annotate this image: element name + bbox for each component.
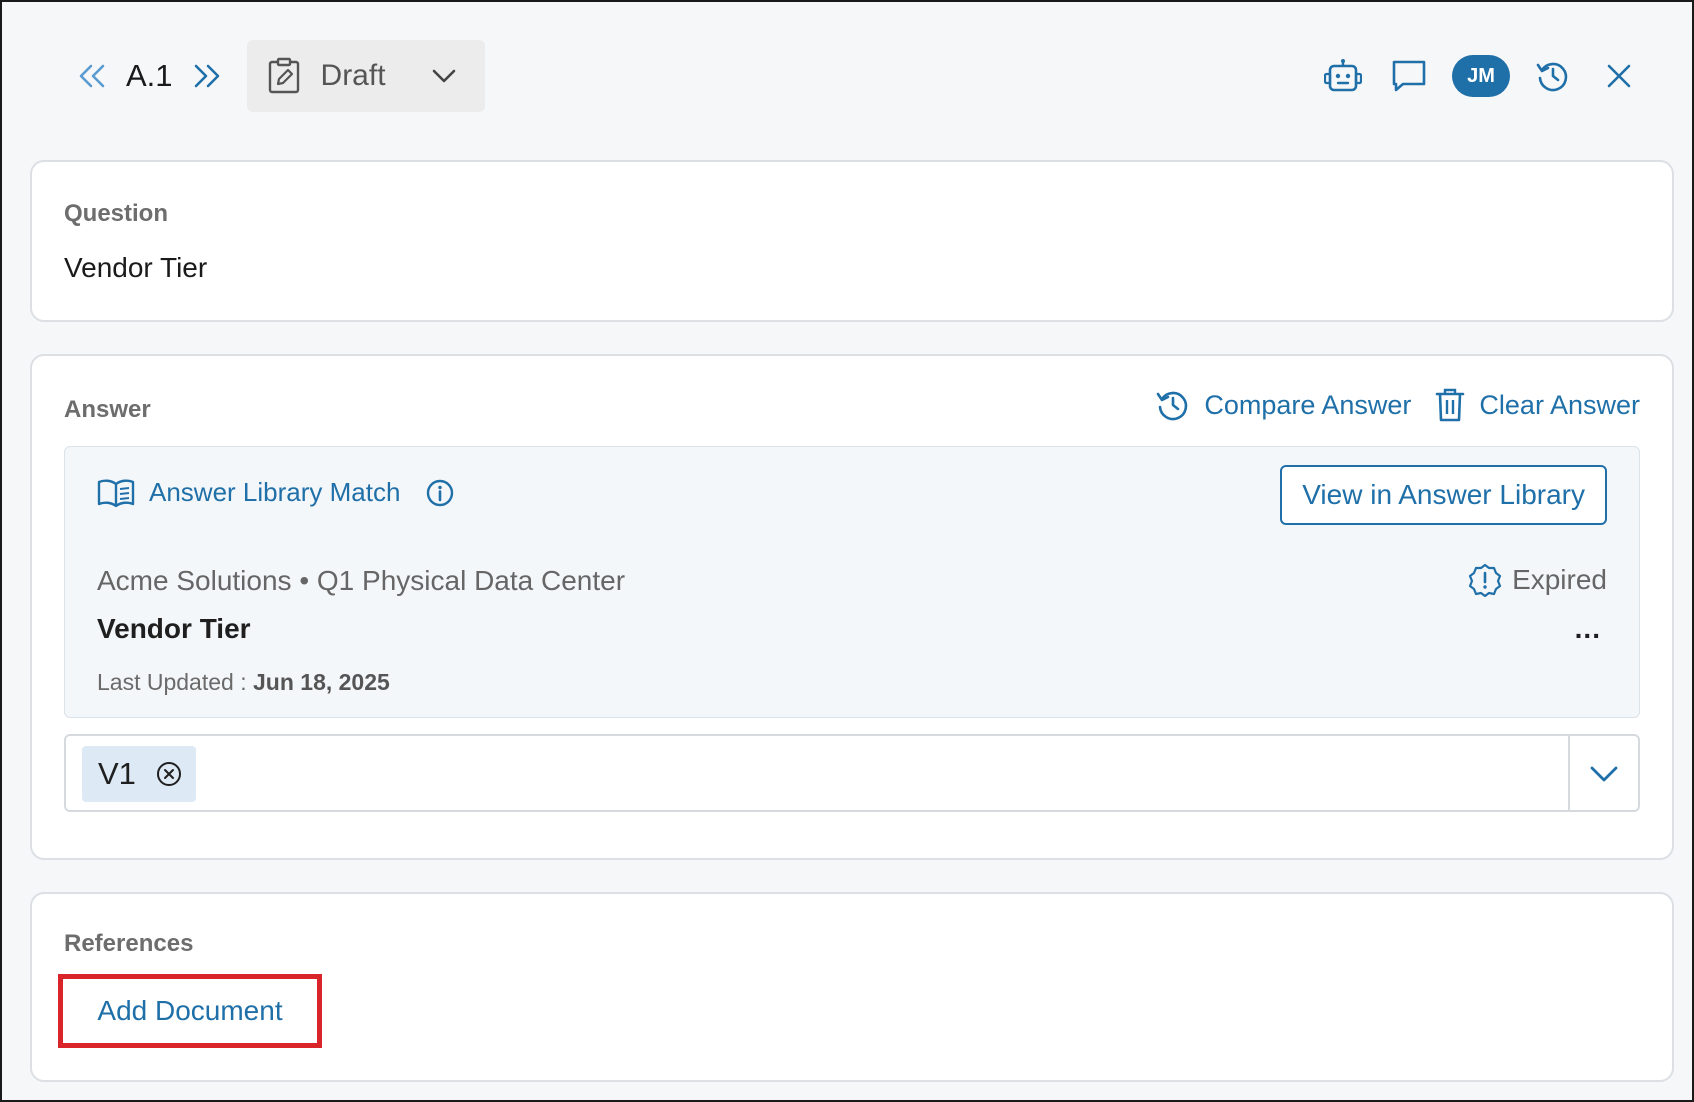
answer-card: Answer Compare Answer Clear Answer Answe… — [30, 354, 1674, 860]
version-chip: V1 — [82, 746, 196, 802]
ai-assistant-button[interactable] — [1320, 53, 1366, 99]
question-card: Question Vendor Tier — [30, 160, 1674, 322]
header-actions: JM — [1320, 50, 1642, 102]
answer-label: Answer — [64, 396, 151, 423]
match-answer-name: Vendor Tier — [97, 613, 251, 644]
double-chevron-left-icon — [79, 64, 105, 88]
answer-library-match-title: Answer Library Match — [149, 477, 401, 507]
select-divider — [1568, 736, 1570, 810]
warning-badge-icon — [1468, 563, 1502, 597]
references-card: References Add Document — [30, 892, 1674, 1082]
answer-actions: Compare Answer Clear Answer — [1156, 388, 1640, 422]
comment-icon — [1392, 60, 1426, 92]
status-value: Draft — [320, 59, 386, 92]
panel-header: A.1 Draft JM — [2, 2, 1692, 152]
question-label: Question — [64, 200, 169, 227]
expired-label: Expired — [1512, 564, 1607, 595]
question-detail-panel: A.1 Draft JM Question Vendor Tier Answer… — [0, 0, 1694, 1102]
question-navigation: A.1 Draft — [70, 40, 485, 112]
answer-library-match-box: Answer Library Match View in Answer Libr… — [64, 446, 1640, 718]
trash-icon — [1436, 388, 1465, 422]
references-label: References — [64, 930, 194, 957]
chevron-down-icon — [1590, 766, 1618, 782]
clear-answer-button[interactable]: Clear Answer — [1435, 388, 1640, 422]
robot-icon — [1324, 59, 1362, 92]
next-question-button[interactable] — [185, 54, 229, 98]
status-dropdown[interactable]: Draft — [246, 40, 485, 112]
open-book-icon — [97, 478, 135, 507]
comments-button[interactable] — [1386, 53, 1432, 99]
close-button[interactable] — [1596, 53, 1642, 99]
last-updated: Last Updated : Jun 18, 2025 — [97, 669, 390, 696]
chevron-down-icon — [432, 69, 455, 83]
last-updated-label: Last Updated : — [97, 669, 253, 695]
info-button[interactable] — [426, 479, 454, 507]
history-icon — [1536, 62, 1568, 92]
version-select[interactable]: V1 — [64, 734, 1640, 812]
remove-version-button[interactable] — [156, 761, 182, 787]
compare-answer-button[interactable]: Compare Answer — [1156, 388, 1411, 422]
answer-library-match-link[interactable]: Answer Library Match — [97, 477, 454, 508]
last-updated-date: Jun 18, 2025 — [253, 669, 390, 695]
double-chevron-right-icon — [194, 64, 219, 88]
question-id: A.1 — [126, 58, 173, 93]
clipboard-edit-icon — [268, 57, 299, 94]
question-text: Vendor Tier — [64, 252, 208, 283]
match-source: Acme Solutions • Q1 Physical Data Center — [97, 565, 626, 596]
expired-status: Expired — [1468, 563, 1607, 597]
add-document-button[interactable]: Add Document — [58, 974, 322, 1048]
close-icon — [1607, 64, 1631, 88]
history-icon — [1157, 391, 1188, 421]
user-avatar[interactable]: JM — [1452, 55, 1510, 97]
view-in-answer-library-button[interactable]: View in Answer Library — [1280, 465, 1607, 525]
compare-answer-label: Compare Answer — [1204, 389, 1412, 420]
version-dropdown-toggle[interactable] — [1584, 754, 1624, 794]
previous-question-button[interactable] — [70, 54, 114, 98]
more-options-button[interactable]: ... — [1575, 613, 1601, 645]
info-icon — [427, 479, 454, 506]
clear-answer-label: Clear Answer — [1479, 389, 1640, 420]
history-button[interactable] — [1530, 53, 1576, 99]
close-circle-icon — [156, 762, 181, 786]
version-chip-label: V1 — [98, 756, 136, 791]
